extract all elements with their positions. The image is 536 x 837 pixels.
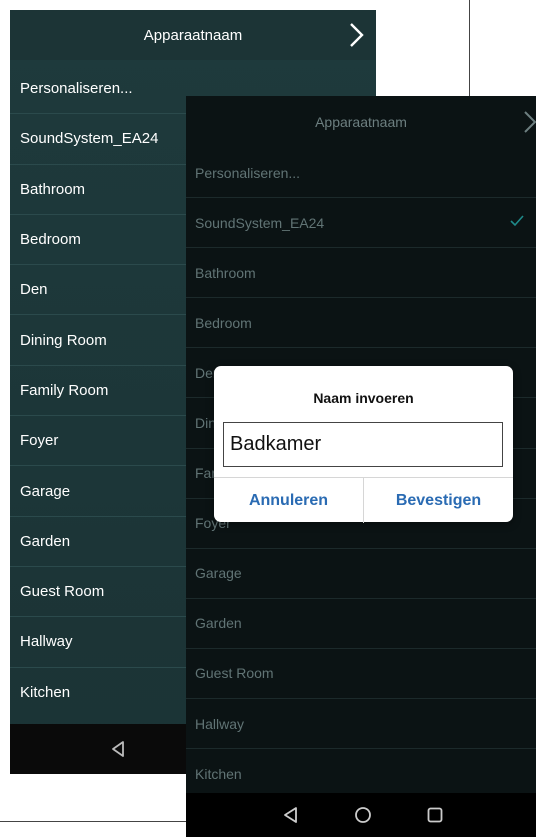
back-icon[interactable] [282, 806, 300, 824]
list-item-label: Bedroom [20, 231, 81, 249]
list-item-label: Guest Room [20, 583, 105, 601]
list-item-label: Den [20, 281, 48, 299]
list-item-label: SoundSystem_EA24 [195, 214, 325, 231]
list-item[interactable]: SoundSystem_EA24 [186, 198, 536, 249]
header: Apparaatnaam [10, 10, 376, 60]
list-item-label: Personaliseren... [20, 80, 133, 98]
list-item-label: Hallway [20, 633, 73, 651]
recents-icon[interactable] [426, 806, 444, 824]
confirm-button[interactable]: Bevestigen [363, 478, 513, 523]
list-item-label: Garage [20, 482, 71, 500]
checkmark-icon [510, 215, 524, 227]
chevron-right-icon[interactable] [344, 21, 368, 49]
list-item[interactable]: Bathroom [186, 248, 536, 299]
header: Apparaatnaam [186, 96, 536, 148]
name-input-dialog: Naam invoeren Annuleren Bevestigen [214, 366, 513, 523]
back-icon[interactable] [110, 740, 126, 758]
list-item[interactable]: Bedroom [186, 298, 536, 349]
page-title: Apparaatnaam [143, 26, 243, 44]
list-item-label: Personaliseren... [195, 164, 301, 181]
list-item-label: Bedroom [195, 314, 252, 331]
list-item-label: Garden [195, 615, 242, 632]
dialog-title: Naam invoeren [313, 390, 414, 406]
navigation-bar [186, 793, 536, 837]
list-item[interactable]: Hallway [186, 699, 536, 750]
name-input[interactable] [223, 422, 503, 467]
divider-line [469, 0, 470, 96]
chevron-right-icon[interactable] [522, 109, 536, 135]
list-item-label: Bathroom [20, 180, 86, 198]
page-title: Apparaatnaam [315, 114, 407, 130]
list-item-label: Guest Room [195, 665, 274, 682]
list-item-label: Kitchen [195, 766, 242, 783]
list-item-label: Dining Room [20, 331, 107, 349]
list-item[interactable]: Garden [186, 599, 536, 649]
list-item-label: Bathroom [195, 264, 256, 281]
list-item[interactable]: Garage [186, 549, 536, 599]
dialog-buttons: Annuleren Bevestigen [214, 477, 513, 523]
list-item[interactable]: Kitchen [186, 749, 536, 799]
list-item-label: Foyer [20, 432, 59, 450]
list-item-label: Hallway [195, 715, 245, 732]
list-item-label: Garage [195, 565, 242, 582]
list-item-label: Garden [20, 532, 71, 550]
divider-line [0, 821, 188, 822]
list-item-label: Kitchen [20, 684, 71, 702]
list-item-label: SoundSystem_EA24 [20, 130, 159, 148]
list-item[interactable]: Guest Room [186, 649, 536, 700]
home-icon[interactable] [354, 806, 372, 824]
list-item[interactable]: Personaliseren... [186, 148, 536, 199]
list-item-label: Family Room [20, 381, 109, 399]
cancel-button[interactable]: Annuleren [214, 478, 363, 523]
